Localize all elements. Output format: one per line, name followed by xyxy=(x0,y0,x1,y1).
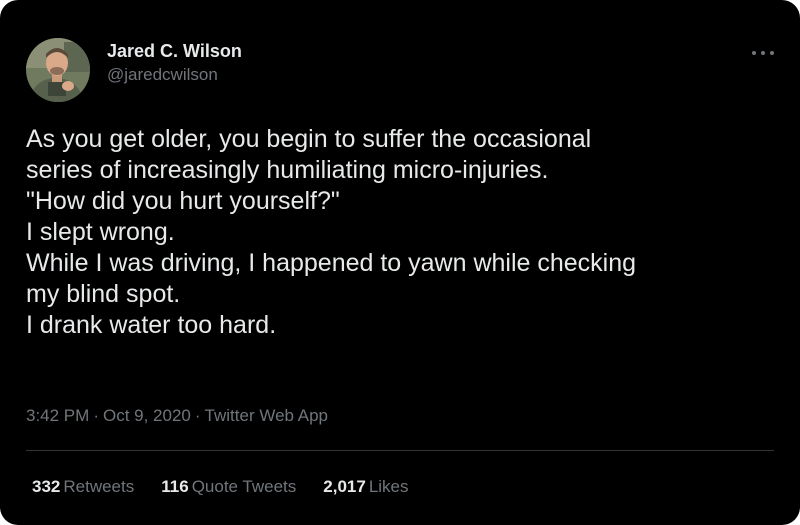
tweet-time-link[interactable]: 3:42 PM · Oct 9, 2020 xyxy=(26,406,191,425)
retweets-stat[interactable]: 332 Retweets xyxy=(32,475,134,499)
more-dot xyxy=(752,51,756,55)
likes-label: Likes xyxy=(368,477,409,496)
tweet-stats: 332 Retweets 116 Quote Tweets 2,017 Likes xyxy=(32,475,436,499)
author-display-name[interactable]: Jared C. Wilson xyxy=(107,39,242,63)
likes-count: 2,017 xyxy=(323,477,366,496)
likes-stat[interactable]: 2,017 Likes xyxy=(323,475,408,499)
tweet-text-line: As you get older, you begin to suffer th… xyxy=(26,125,592,153)
tweet-text-line: While I was driving, I happened to yawn … xyxy=(26,249,637,277)
tweet-header: Jared C. Wilson @jaredcwilson xyxy=(26,38,242,102)
tweet-source-link[interactable]: Twitter Web App xyxy=(205,406,328,425)
avatar[interactable] xyxy=(26,38,90,102)
more-dot xyxy=(770,51,774,55)
tweet-date: Oct 9, 2020 xyxy=(102,406,191,425)
tweet-card: Jared C. Wilson @jaredcwilson As you get… xyxy=(0,0,800,525)
tweet-text-line: my blind spot. xyxy=(26,280,181,308)
quote-tweets-stat[interactable]: 116 Quote Tweets xyxy=(161,475,296,499)
tweet-text-line: series of increasingly humiliating micro… xyxy=(26,156,549,184)
more-horizontal-icon[interactable] xyxy=(752,47,774,59)
author-handle[interactable]: @jaredcwilson xyxy=(107,63,242,87)
author-names: Jared C. Wilson @jaredcwilson xyxy=(107,39,242,87)
quote-tweets-count: 116 xyxy=(161,477,189,496)
retweets-label: Retweets xyxy=(63,477,135,496)
more-dot xyxy=(761,51,765,55)
meta-separator: · xyxy=(194,406,201,425)
divider xyxy=(26,450,774,451)
retweets-count: 332 xyxy=(32,477,61,496)
tweet-text-line: I slept wrong. xyxy=(26,218,175,246)
tweet-text-line: I drank water too hard. xyxy=(26,311,277,339)
tweet-text: As you get older, you begin to suffer th… xyxy=(26,124,786,341)
meta-separator: · xyxy=(93,406,99,425)
tweet-time: 3:42 PM xyxy=(26,406,90,425)
tweet-text-line: "How did you hurt yourself?" xyxy=(26,187,340,215)
tweet-meta: 3:42 PM · Oct 9, 2020 · Twitter Web App xyxy=(26,404,328,428)
quote-tweets-label: Quote Tweets xyxy=(191,477,297,496)
